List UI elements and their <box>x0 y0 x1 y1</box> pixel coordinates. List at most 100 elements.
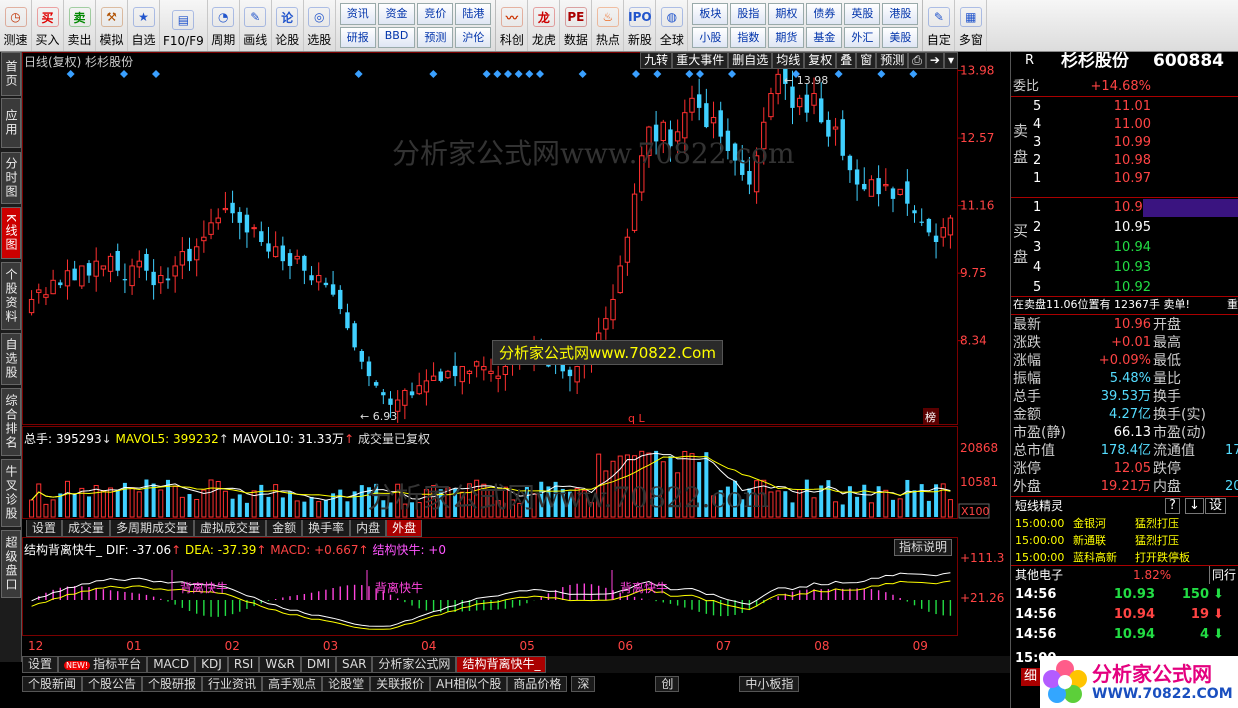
sell-price[interactable]: 10.97 <box>1071 170 1151 188</box>
toolbar-button-5[interactable]: ▤ F10/F9 <box>160 0 208 51</box>
toolbar-mid-button-3[interactable]: ♨ 热点 <box>592 0 625 51</box>
market-buttons-top-4[interactable]: 英股 <box>844 3 881 25</box>
indicator-tab-1[interactable]: NEW! 指标平台 <box>58 656 148 673</box>
toolbar-mid-button-2[interactable]: PE 数据 <box>560 0 593 51</box>
event-marker[interactable] <box>909 70 918 78</box>
event-marker[interactable] <box>578 70 587 78</box>
side-tab-4[interactable]: 个股资料 <box>1 262 21 330</box>
buy-price[interactable]: 10.95 <box>1071 219 1151 237</box>
side-tab-8[interactable]: 超级盘口 <box>1 530 21 598</box>
toolbar-button-2[interactable]: 卖卖出 <box>64 0 96 51</box>
sprite-button-0[interactable]: ? <box>1165 498 1180 514</box>
side-tab-0[interactable]: 首页 <box>1 52 21 96</box>
market-buttons-bottom-3[interactable]: 基金 <box>806 26 843 48</box>
quick-buttons-top-3[interactable]: 陆港 <box>455 3 492 25</box>
event-marker[interactable] <box>66 70 75 78</box>
sell-price[interactable]: 11.00 <box>1071 116 1151 134</box>
indicator-tab-9[interactable]: 结构背离快牛_ <box>456 656 547 673</box>
event-marker[interactable] <box>877 70 886 78</box>
market-buttons-top-3[interactable]: 债券 <box>806 3 843 25</box>
news-tab-8[interactable]: 商品价格 <box>507 676 568 692</box>
event-marker[interactable] <box>536 70 544 78</box>
volume-tab-0[interactable]: 设置 <box>26 520 63 537</box>
event-marker[interactable] <box>696 70 704 78</box>
toolbar-button-1[interactable]: 买买入 <box>32 0 64 51</box>
volume-tab-6[interactable]: 内盘 <box>350 520 387 537</box>
volume-tab-7[interactable]: 外盘 <box>386 520 423 537</box>
news-tab-0[interactable]: 个股新闻 <box>22 676 83 692</box>
buy-price[interactable]: 10.96 <box>1071 199 1151 217</box>
toolbar-button-4[interactable]: ★ 自选 <box>128 0 160 51</box>
promo-banner[interactable]: 分析家公式网www.70822.Com <box>492 340 723 365</box>
indicator-tab-0[interactable]: 设置 <box>22 656 59 673</box>
toolbar-button-9[interactable]: ◎ 选股 <box>304 0 336 51</box>
event-marker[interactable] <box>429 70 438 78</box>
toolbar-mid-button-0[interactable]: 〰科创 <box>496 0 529 51</box>
indicator-tab-2[interactable]: MACD <box>147 656 196 673</box>
toolbar-button-3[interactable]: ⚒ 模拟 <box>96 0 128 51</box>
side-tab-3[interactable]: K线图 <box>1 207 21 259</box>
news-extra-1[interactable]: 创 <box>655 676 680 692</box>
kline-tool-4[interactable]: 复权 <box>804 52 837 69</box>
toolbar-mid-button-5[interactable]: ◍ 全球 <box>656 0 689 51</box>
side-tab-1[interactable]: 应用 <box>1 98 21 148</box>
news-extra-0[interactable]: 深 <box>571 676 596 692</box>
buy-price[interactable]: 10.94 <box>1071 239 1151 257</box>
side-tab-7[interactable]: 牛叉诊股 <box>1 459 21 527</box>
quick-buttons-bottom-3[interactable]: 沪伦 <box>455 26 492 48</box>
quick-buttons-bottom-0[interactable]: 研报 <box>339 26 376 48</box>
market-buttons-bottom-1[interactable]: 指数 <box>730 26 767 48</box>
sell-price[interactable]: 10.99 <box>1071 134 1151 152</box>
sprite-button-1[interactable]: ↓ <box>1185 498 1204 514</box>
side-tab-2[interactable]: 分时图 <box>1 152 21 204</box>
toolbar-button-0[interactable]: ◷ 测速 <box>0 0 32 51</box>
buy-price[interactable]: 10.92 <box>1071 279 1151 297</box>
chart-area[interactable]: 13.98 12.57 11.16 9.75 8.34 ← 13.98 ← 6.93 q L 榜… <box>22 52 1010 656</box>
sector-name[interactable]: 其他电子 <box>1015 566 1063 584</box>
sell-price[interactable]: 10.98 <box>1071 152 1151 170</box>
dropdown-icon[interactable]: ▾ <box>943 52 958 69</box>
sprite-stock[interactable]: 金银河 <box>1073 515 1106 533</box>
indicator-tab-4[interactable]: RSI <box>227 656 260 673</box>
event-marker[interactable] <box>493 70 502 78</box>
indicator-tab-5[interactable]: W&R <box>259 656 301 673</box>
volume-tab-4[interactable]: 金额 <box>266 520 303 537</box>
side-tab-5[interactable]: 自选股 <box>1 333 21 385</box>
kline-tool-6[interactable]: 窗 <box>856 52 877 69</box>
indicator-tab-7[interactable]: SAR <box>336 656 373 673</box>
sector-tab[interactable]: 同行 <box>1209 566 1236 584</box>
sprite-stock[interactable]: 新通联 <box>1073 532 1106 550</box>
news-tab-1[interactable]: 个股公告 <box>82 676 143 692</box>
exit-icon[interactable]: ➔ <box>925 52 944 69</box>
market-buttons-bottom-4[interactable]: 外汇 <box>844 26 881 48</box>
quick-buttons-top-1[interactable]: 资金 <box>377 3 416 25</box>
market-buttons-bottom-2[interactable]: 期货 <box>768 26 805 48</box>
toolbar-mid-button-1[interactable]: 龙龙虎 <box>528 0 561 51</box>
quick-buttons-bottom-2[interactable]: 预测 <box>417 26 454 48</box>
quick-buttons-bottom-1[interactable]: BBD <box>377 26 416 48</box>
event-marker[interactable] <box>514 70 523 78</box>
volume-tab-2[interactable]: 多周期成交量 <box>110 520 195 537</box>
print-icon[interactable]: ⎙ <box>908 52 926 69</box>
market-buttons-top-5[interactable]: 港股 <box>882 3 919 25</box>
indicator-tab-8[interactable]: 分析家公式网 <box>372 656 457 673</box>
market-buttons-top-1[interactable]: 股指 <box>730 3 767 25</box>
indicator-tab-3[interactable]: KDJ <box>195 656 228 673</box>
sell-price[interactable]: 11.01 <box>1071 98 1151 116</box>
volume-tab-1[interactable]: 成交量 <box>62 520 111 537</box>
market-buttons-bottom-0[interactable]: 小股 <box>692 26 729 48</box>
event-marker[interactable] <box>354 70 363 78</box>
event-marker[interactable] <box>120 70 128 78</box>
toolbar-button-8[interactable]: 论论股 <box>272 0 304 51</box>
toolbar-button-7[interactable]: ✎ 画线 <box>240 0 272 51</box>
index-explain-button[interactable]: 指标说明 <box>894 539 953 556</box>
event-marker[interactable] <box>653 70 662 78</box>
toolbar-right-button-0[interactable]: ✎ 自定 <box>923 0 956 51</box>
volume-tab-5[interactable]: 换手率 <box>302 520 351 537</box>
news-tab-4[interactable]: 高手观点 <box>262 676 323 692</box>
news-extra-2[interactable]: 中小板指 <box>739 676 800 692</box>
sprite-button-2[interactable]: 设 <box>1205 498 1227 514</box>
toolbar-mid-button-4[interactable]: IPO 新股 <box>624 0 657 51</box>
quote-bottom-tab[interactable]: 细 <box>1021 668 1041 686</box>
kline-tool-5[interactable]: 叠 <box>836 52 857 69</box>
